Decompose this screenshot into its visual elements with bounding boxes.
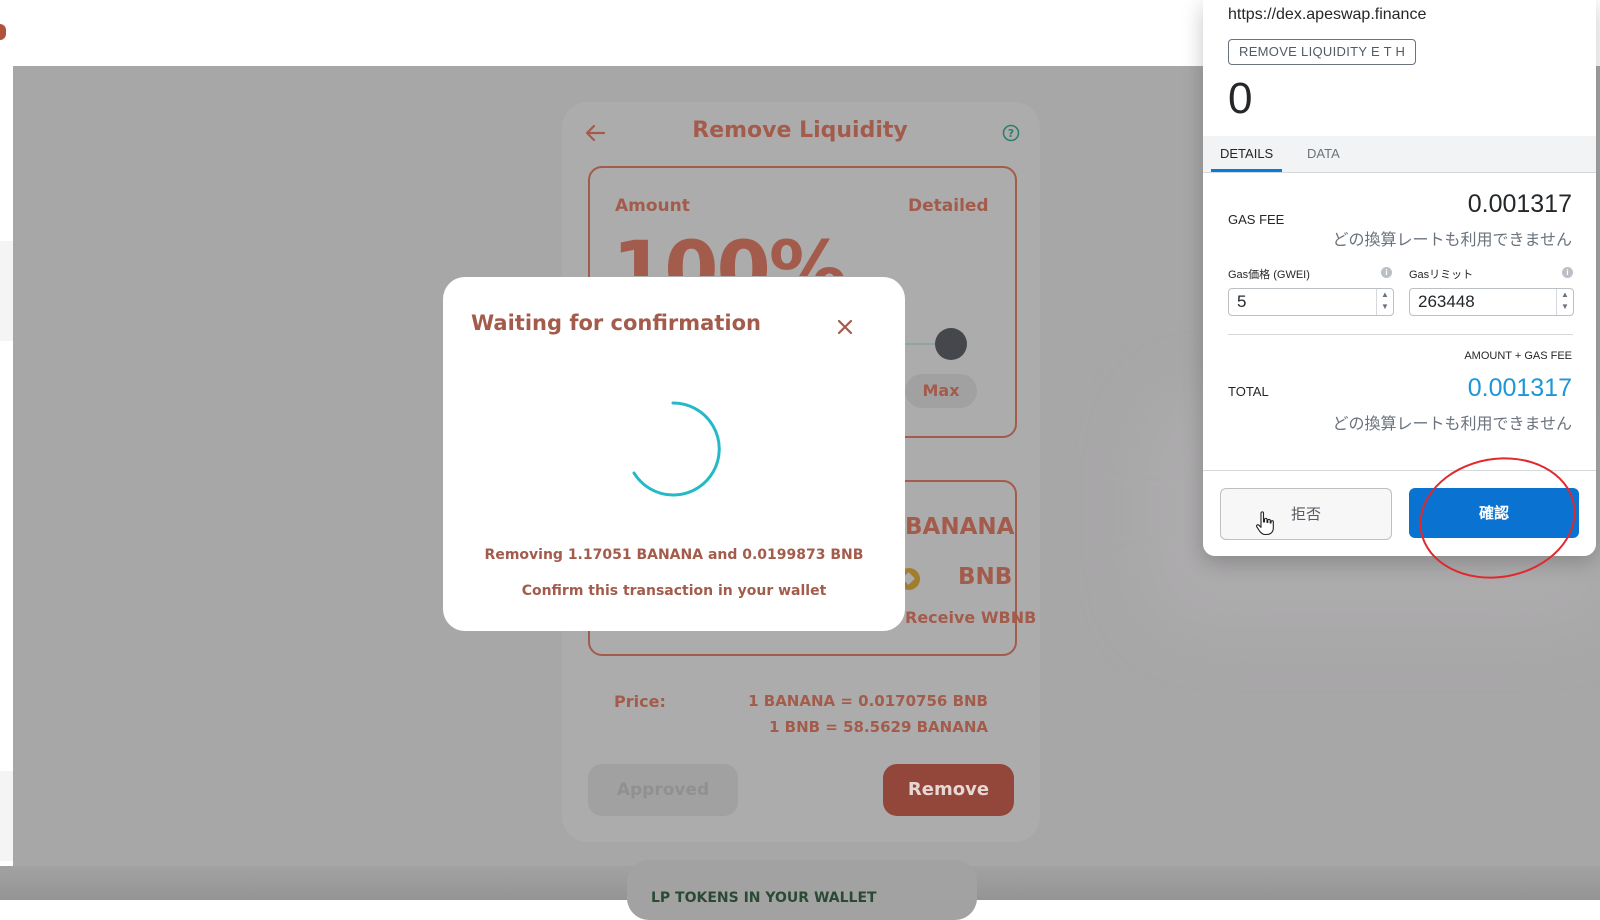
confirm-in-wallet-text: Confirm this transaction in your wallet [521, 583, 827, 599]
transaction-amount: 0 [1228, 74, 1253, 123]
detailed-toggle[interactable]: Detailed [908, 196, 989, 216]
active-tab-indicator [1211, 169, 1282, 172]
total-no-rate: どの換算レートも利用できません [1332, 414, 1572, 433]
loading-spinner-icon [632, 401, 721, 497]
modal-title: Waiting for confirmation [471, 311, 761, 335]
info-icon[interactable]: i [1562, 267, 1573, 278]
gas-price-label: Gas価格 (GWEI) [1228, 269, 1310, 281]
close-icon[interactable] [833, 315, 857, 339]
gas-limit-input[interactable]: 263448 ▲ ▼ [1409, 288, 1574, 316]
remove-button[interactable]: Remove [883, 764, 1014, 816]
info-icon[interactable]: i [1381, 267, 1392, 278]
token-bnb: BNB [958, 564, 1013, 590]
tab-data[interactable]: DATA [1307, 146, 1340, 161]
gas-limit-stepper[interactable]: ▲ ▼ [1556, 289, 1573, 315]
reject-button[interactable]: 拒否 [1220, 488, 1392, 540]
details-tabs: DETAILS DATA [1203, 136, 1596, 173]
gas-price-input[interactable]: 5 ▲ ▼ [1228, 288, 1394, 316]
removing-amounts-text: Removing 1.17051 BANANA and 0.0199873 BN… [484, 547, 864, 563]
back-arrow-icon[interactable] [582, 120, 608, 146]
amount-slider-track[interactable] [905, 343, 937, 345]
total-label: TOTAL [1228, 384, 1269, 399]
gas-fee-label: GAS FEE [1228, 212, 1285, 227]
token-banana: BANANA [905, 514, 1015, 540]
approved-button[interactable]: Approved [588, 764, 738, 816]
gas-price-value: 5 [1237, 292, 1247, 311]
hand-cursor-icon [1256, 511, 1274, 536]
gas-limit-label: Gasリミット [1409, 269, 1474, 281]
amount-gas-fee-label: AMOUNT + GAS FEE [1464, 350, 1572, 362]
amount-label: Amount [615, 196, 690, 216]
total-value: 0.001317 [1467, 374, 1572, 402]
site-url: https://dex.apeswap.finance [1228, 6, 1427, 23]
gas-fee-no-rate: どの換算レートも利用できません [1332, 230, 1572, 249]
gas-price-stepper[interactable]: ▲ ▼ [1376, 289, 1393, 315]
svg-text:?: ? [1008, 127, 1014, 140]
left-sidebar-edge [0, 66, 13, 900]
divider [1228, 334, 1573, 335]
gas-fee-value: 0.001317 [1467, 190, 1572, 218]
price-banana-bnb: 1 BANANA = 0.0170756 BNB [748, 692, 988, 710]
waiting-confirmation-modal: Waiting for confirmation Removing 1.1705… [443, 277, 905, 631]
lp-tokens-label: LP TOKENS IN YOUR WALLET [651, 890, 877, 906]
help-icon[interactable]: ? [1002, 124, 1020, 142]
max-button[interactable]: Max [905, 374, 977, 408]
method-badge: REMOVE LIQUIDITY E T H [1228, 39, 1417, 65]
gas-limit-value: 263448 [1418, 292, 1475, 311]
receive-wbnb-link[interactable]: Receive WBNB [905, 608, 1036, 627]
page-title: Remove Liquidity [692, 118, 908, 143]
price-bnb-banana: 1 BNB = 58.5629 BANANA [768, 718, 988, 736]
price-label: Price: [614, 692, 666, 711]
app-logo-fragment [0, 24, 6, 40]
amount-slider-handle[interactable] [935, 328, 967, 360]
tab-details[interactable]: DETAILS [1220, 146, 1273, 161]
amount-percent: 100% [612, 226, 845, 276]
